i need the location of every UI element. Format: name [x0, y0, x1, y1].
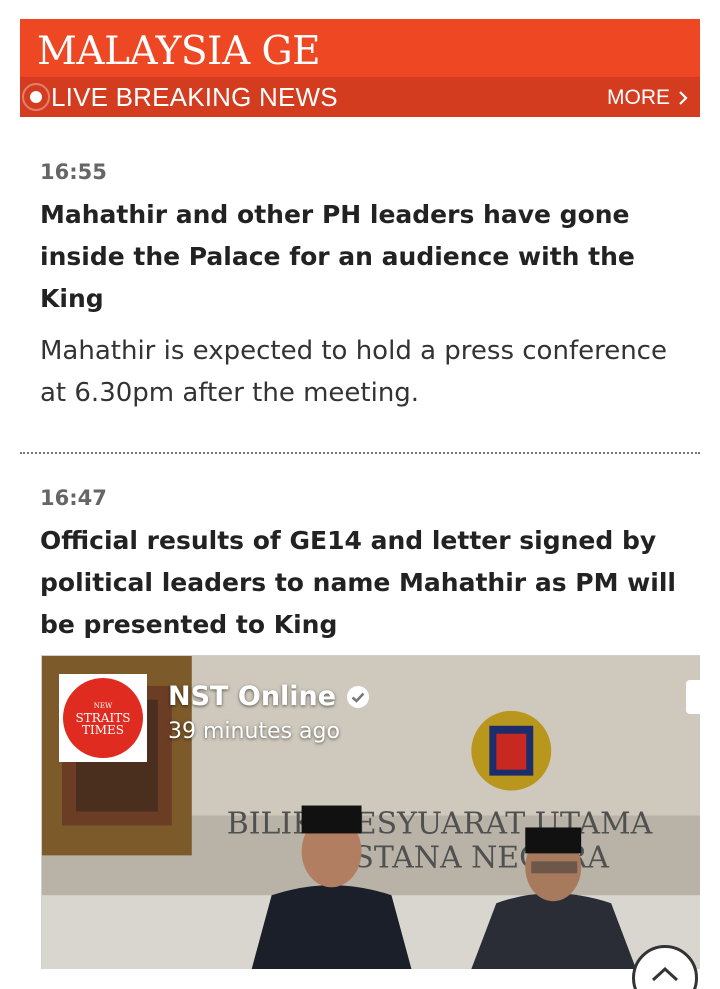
post-time[interactable]: 39 minutes ago — [168, 719, 340, 744]
page-avatar[interactable]: NEW STRAITS TIMES — [59, 674, 147, 762]
entry-headline[interactable]: Official results of GE14 and letter sign… — [40, 520, 680, 646]
entry-divider — [20, 452, 700, 454]
banner-bar: LIVE BREAKING NEWS MORE — [20, 77, 700, 117]
entry-body: Mahathir is expected to hold a press con… — [40, 336, 667, 408]
live-dot-icon — [30, 91, 42, 103]
live-breaking-label: LIVE BREAKING NEWS — [51, 82, 338, 112]
banner-title: MALAYSIA GE — [37, 29, 321, 74]
entry-time: 16:55 — [40, 160, 107, 184]
chevron-right-icon — [679, 91, 688, 105]
verified-badge-icon — [347, 685, 370, 708]
entry-time: 16:47 — [40, 486, 107, 510]
page-name-link[interactable]: NST Online — [168, 681, 370, 712]
scene-text-line1: BILIK MESYUARAT UTAMA — [227, 806, 653, 841]
logo-line-3: TIMES — [81, 723, 124, 737]
more-label: MORE — [607, 86, 670, 109]
embed-menu-button[interactable] — [686, 680, 700, 714]
more-link[interactable]: MORE — [607, 85, 688, 111]
chevron-up-icon — [651, 966, 679, 982]
page-name: NST Online — [168, 681, 337, 712]
live-news-banner[interactable]: MALAYSIA GE LIVE BREAKING NEWS MORE — [20, 19, 700, 117]
facebook-video-embed[interactable]: BILIK MESYUARAT UTAMA ISTANA NEGARA NEW … — [41, 655, 700, 969]
nst-logo: NEW STRAITS TIMES — [63, 678, 143, 758]
entry-headline[interactable]: Mahathir and other PH leaders have gone … — [40, 194, 680, 320]
